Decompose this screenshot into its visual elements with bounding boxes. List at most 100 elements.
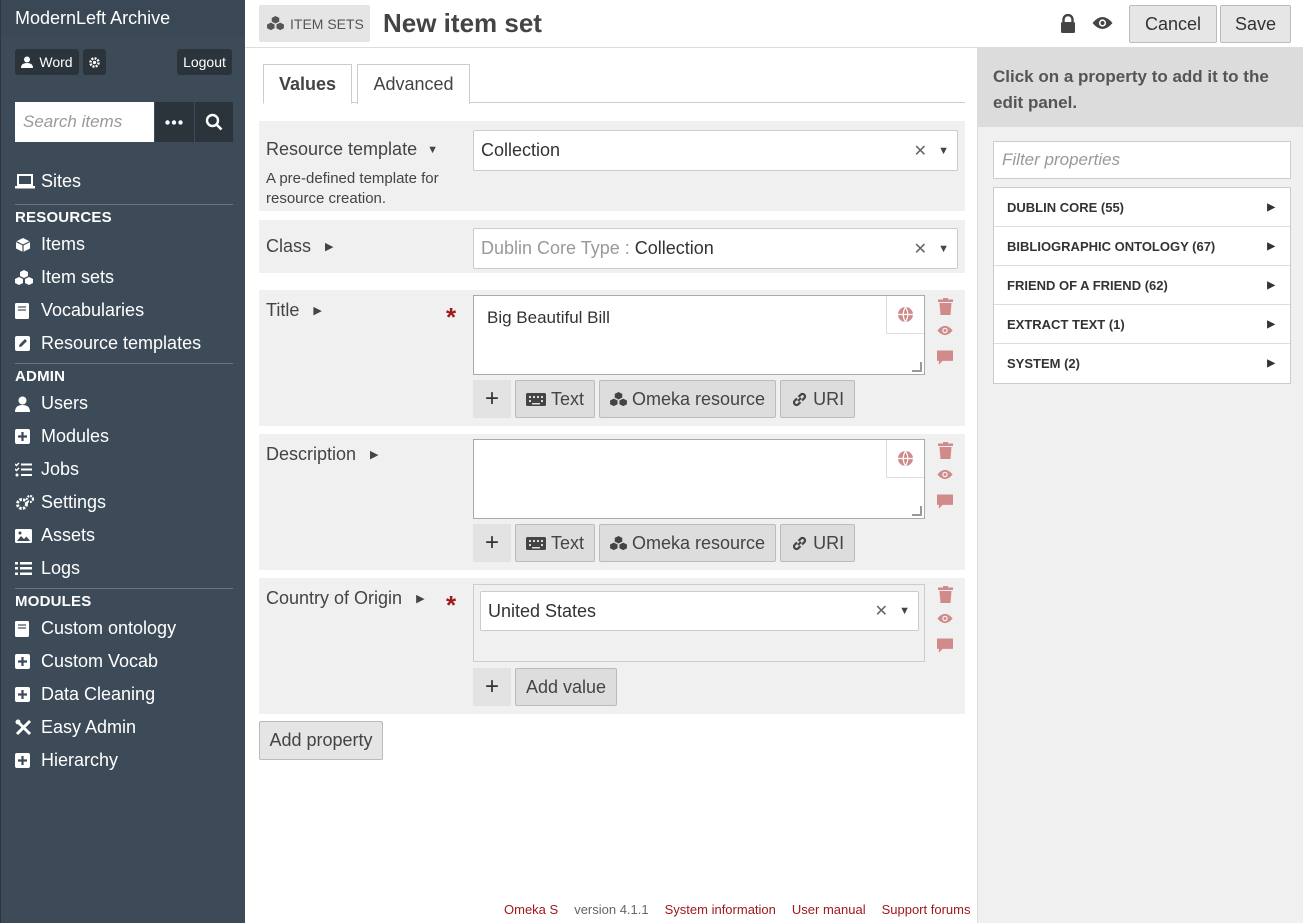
title-actions xyxy=(937,298,953,376)
eye-icon[interactable] xyxy=(1092,16,1113,30)
sidebar-item-custom-vocab[interactable]: Custom Vocab xyxy=(15,645,233,678)
trash-icon[interactable] xyxy=(937,442,953,468)
user-row: Word Logout xyxy=(15,49,232,76)
description-actions xyxy=(937,442,953,520)
caret-right-icon: ▶ xyxy=(313,305,322,317)
search-icon xyxy=(205,113,223,131)
search-options-button[interactable] xyxy=(155,102,194,142)
add-text-button[interactable]: Text xyxy=(515,380,596,418)
section-breadcrumb[interactable]: ITEM SETS xyxy=(259,5,370,42)
search-input[interactable] xyxy=(15,102,154,142)
book-icon xyxy=(15,620,29,637)
sidebar-item-settings[interactable]: Settings xyxy=(15,486,233,519)
country-select[interactable]: United States ✕ ▼ xyxy=(480,591,919,631)
class-prefix: Dublin Core Type : xyxy=(481,238,630,258)
vocabulary-extract-text[interactable]: EXTRACT TEXT (1) ▶ xyxy=(994,305,1290,344)
sidebar-item-users[interactable]: Users xyxy=(15,387,233,420)
comment-icon[interactable] xyxy=(937,350,953,376)
sidebar-item-assets[interactable]: Assets xyxy=(15,519,233,552)
filter-properties-input[interactable] xyxy=(993,141,1291,179)
sidebar-item-item-sets[interactable]: Item sets xyxy=(15,261,233,294)
user-button[interactable]: Word xyxy=(15,49,79,75)
class-select[interactable]: Dublin Core Type : Collection ✕ ▼ xyxy=(473,228,958,269)
add-omeka-resource-button[interactable]: Omeka resource xyxy=(599,380,777,418)
sidebar-item-sites[interactable]: Sites xyxy=(15,165,233,198)
vocabulary-system[interactable]: SYSTEM (2) ▶ xyxy=(994,344,1290,383)
logout-button[interactable]: Logout xyxy=(177,49,232,75)
list-icon xyxy=(15,562,32,575)
add-value-button[interactable]: + xyxy=(473,524,511,562)
clear-icon[interactable]: ✕ xyxy=(914,239,927,259)
class-label[interactable]: Class ▶ xyxy=(266,236,333,257)
tab-values[interactable]: Values xyxy=(263,64,352,104)
sidebar-item-jobs[interactable]: Jobs xyxy=(15,453,233,486)
user-manual-link[interactable]: User manual xyxy=(792,902,866,917)
modules-heading: MODULES xyxy=(15,588,233,612)
add-value-button[interactable]: + xyxy=(473,380,511,418)
chevron-down-icon[interactable]: ▼ xyxy=(899,605,910,617)
eye-icon[interactable] xyxy=(937,324,953,350)
resource-template-label[interactable]: Resource template ▼ xyxy=(266,139,438,160)
title-label[interactable]: Title ▶ xyxy=(266,300,322,321)
description-value-types: + Text Omeka resource URI xyxy=(473,524,856,562)
resource-template-field: Resource template ▼ A pre-defined templa… xyxy=(259,121,965,211)
vocabulary-dublin-core[interactable]: DUBLIN CORE (55) ▶ xyxy=(994,188,1290,227)
add-country-value-button[interactable]: Add value xyxy=(515,668,618,706)
cancel-button[interactable]: Cancel xyxy=(1129,5,1217,43)
resource-template-select[interactable]: Collection ✕ ▼ xyxy=(473,130,958,171)
link-icon xyxy=(793,392,807,406)
language-button[interactable] xyxy=(886,440,924,478)
caret-right-icon: ▶ xyxy=(1267,201,1275,213)
comment-icon[interactable] xyxy=(937,494,953,520)
vocabulary-bibliographic-ontology[interactable]: BIBLIOGRAPHIC ONTOLOGY (67) ▶ xyxy=(994,227,1290,266)
save-button[interactable]: Save xyxy=(1220,5,1291,43)
vocabulary-friend-of-a-friend[interactable]: FRIEND OF A FRIEND (62) ▶ xyxy=(994,266,1290,305)
book-icon xyxy=(15,302,29,319)
caret-right-icon: ▶ xyxy=(416,593,425,605)
caret-down-icon: ▼ xyxy=(427,143,438,156)
sidebar-item-resource-templates[interactable]: Resource templates xyxy=(15,327,233,360)
chevron-down-icon[interactable]: ▼ xyxy=(938,145,949,157)
tab-advanced[interactable]: Advanced xyxy=(357,64,470,104)
lock-icon[interactable] xyxy=(1060,14,1076,33)
comment-icon[interactable] xyxy=(937,638,953,664)
resize-handle[interactable] xyxy=(912,362,922,372)
omeka-link[interactable]: Omeka S xyxy=(504,902,558,917)
trash-icon[interactable] xyxy=(937,298,953,324)
add-omeka-resource-button[interactable]: Omeka resource xyxy=(599,524,777,562)
chevron-down-icon[interactable]: ▼ xyxy=(938,243,949,255)
title-textarea[interactable]: Big Beautiful Bill xyxy=(473,295,925,375)
eye-icon[interactable] xyxy=(937,612,953,638)
resize-handle[interactable] xyxy=(912,506,922,516)
add-uri-button[interactable]: URI xyxy=(780,524,856,562)
country-label[interactable]: Country of Origin ▶ xyxy=(266,588,425,609)
add-property-button[interactable]: Add property xyxy=(259,721,383,760)
sidebar-item-logs[interactable]: Logs xyxy=(15,552,233,585)
sidebar-item-data-cleaning[interactable]: Data Cleaning xyxy=(15,678,233,711)
add-text-button[interactable]: Text xyxy=(515,524,596,562)
sidebar-item-hierarchy[interactable]: Hierarchy xyxy=(15,744,233,777)
support-forums-link[interactable]: Support forums xyxy=(882,902,971,917)
sidebar-item-easy-admin[interactable]: Easy Admin xyxy=(15,711,233,744)
system-information-link[interactable]: System information xyxy=(665,902,776,917)
sidebar-item-custom-ontology[interactable]: Custom ontology xyxy=(15,612,233,645)
sidebar-item-vocabularies[interactable]: Vocabularies xyxy=(15,294,233,327)
add-uri-button[interactable]: URI xyxy=(780,380,856,418)
app-title[interactable]: ModernLeft Archive xyxy=(1,0,245,37)
add-value-button[interactable]: + xyxy=(473,668,511,706)
language-button[interactable] xyxy=(886,296,924,334)
title-field: Title ▶ * Big Beautiful Bill + Text Omek… xyxy=(259,290,965,426)
user-settings-button[interactable] xyxy=(83,49,106,75)
description-textarea[interactable] xyxy=(473,439,925,519)
sidebar-item-items[interactable]: Items xyxy=(15,228,233,261)
property-selector-heading: Click on a property to add it to the edi… xyxy=(978,48,1303,127)
eye-icon[interactable] xyxy=(937,468,953,494)
description-label[interactable]: Description ▶ xyxy=(266,444,379,465)
clear-icon[interactable]: ✕ xyxy=(914,141,927,161)
clear-icon[interactable]: ✕ xyxy=(875,601,888,621)
trash-icon[interactable] xyxy=(937,586,953,612)
cubes-icon xyxy=(610,391,627,406)
property-selector-panel: Click on a property to add it to the edi… xyxy=(977,48,1303,923)
search-button[interactable] xyxy=(194,102,233,142)
sidebar-item-modules[interactable]: Modules xyxy=(15,420,233,453)
